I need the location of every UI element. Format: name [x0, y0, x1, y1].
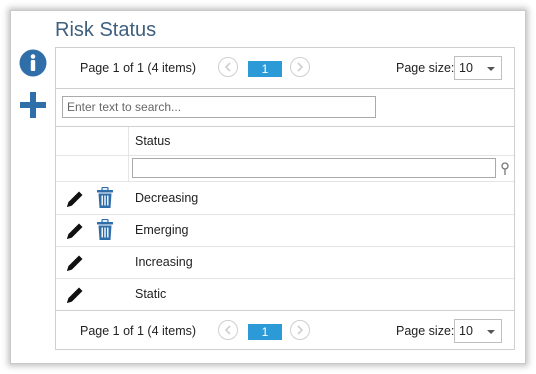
page-size-label: Page size: [396, 324, 455, 338]
table-row: Emerging [56, 214, 514, 247]
trash-icon[interactable] [96, 186, 114, 212]
search-row [56, 88, 514, 127]
table-row: Increasing [56, 246, 514, 279]
chevron-left-icon [224, 325, 231, 335]
prev-page-button[interactable] [218, 57, 238, 77]
pencil-icon[interactable] [64, 252, 86, 277]
page-size-value: 10 [459, 61, 473, 75]
page-size-select[interactable]: 10 [454, 319, 502, 343]
filter-row [56, 155, 514, 182]
info-icon[interactable] [19, 49, 47, 77]
column-header-status[interactable]: Status [135, 134, 170, 148]
current-page-button[interactable]: 1 [248, 324, 282, 340]
grid-header: Status [56, 126, 514, 156]
pager-bottom: Page 1 of 1 (4 items) 1 Page size: 10 [56, 310, 514, 351]
search-input[interactable] [62, 96, 376, 118]
next-page-button[interactable] [290, 320, 310, 340]
command-column-divider [128, 155, 129, 181]
next-page-button[interactable] [290, 57, 310, 77]
pager-info: Page 1 of 1 (4 items) [80, 324, 197, 338]
plus-icon[interactable] [19, 91, 47, 119]
status-grid: Page 1 of 1 (4 items) 1 Page size: 10 St… [55, 47, 515, 350]
status-cell: Increasing [135, 255, 193, 269]
dropdown-arrow-icon [487, 330, 495, 334]
chevron-right-icon [297, 325, 304, 335]
status-filter-input[interactable] [132, 158, 496, 178]
table-row: Decreasing [56, 182, 514, 215]
pin-icon[interactable] [500, 162, 510, 179]
pager-top: Page 1 of 1 (4 items) 1 Page size: 10 [56, 48, 514, 88]
status-cell: Emerging [135, 223, 189, 237]
risk-status-panel: Risk Status Page 1 of 1 (4 items) 1 Page… [10, 10, 526, 364]
pencil-icon[interactable] [64, 284, 86, 309]
page-size-value: 10 [459, 324, 473, 338]
chevron-right-icon [297, 62, 304, 72]
dropdown-arrow-icon [487, 67, 495, 71]
command-column-divider [128, 127, 129, 155]
chevron-left-icon [224, 62, 231, 72]
status-cell: Decreasing [135, 191, 199, 205]
pencil-icon[interactable] [64, 188, 86, 213]
prev-page-button[interactable] [218, 320, 238, 340]
table-row: Static [56, 278, 514, 311]
current-page-button[interactable]: 1 [248, 61, 282, 77]
status-cell: Static [135, 287, 167, 301]
page-size-label: Page size: [396, 61, 455, 75]
page-title: Risk Status [55, 19, 157, 41]
page-size-select[interactable]: 10 [454, 56, 502, 80]
trash-icon[interactable] [96, 218, 114, 244]
pencil-icon[interactable] [64, 220, 86, 245]
pager-info: Page 1 of 1 (4 items) [80, 61, 197, 75]
